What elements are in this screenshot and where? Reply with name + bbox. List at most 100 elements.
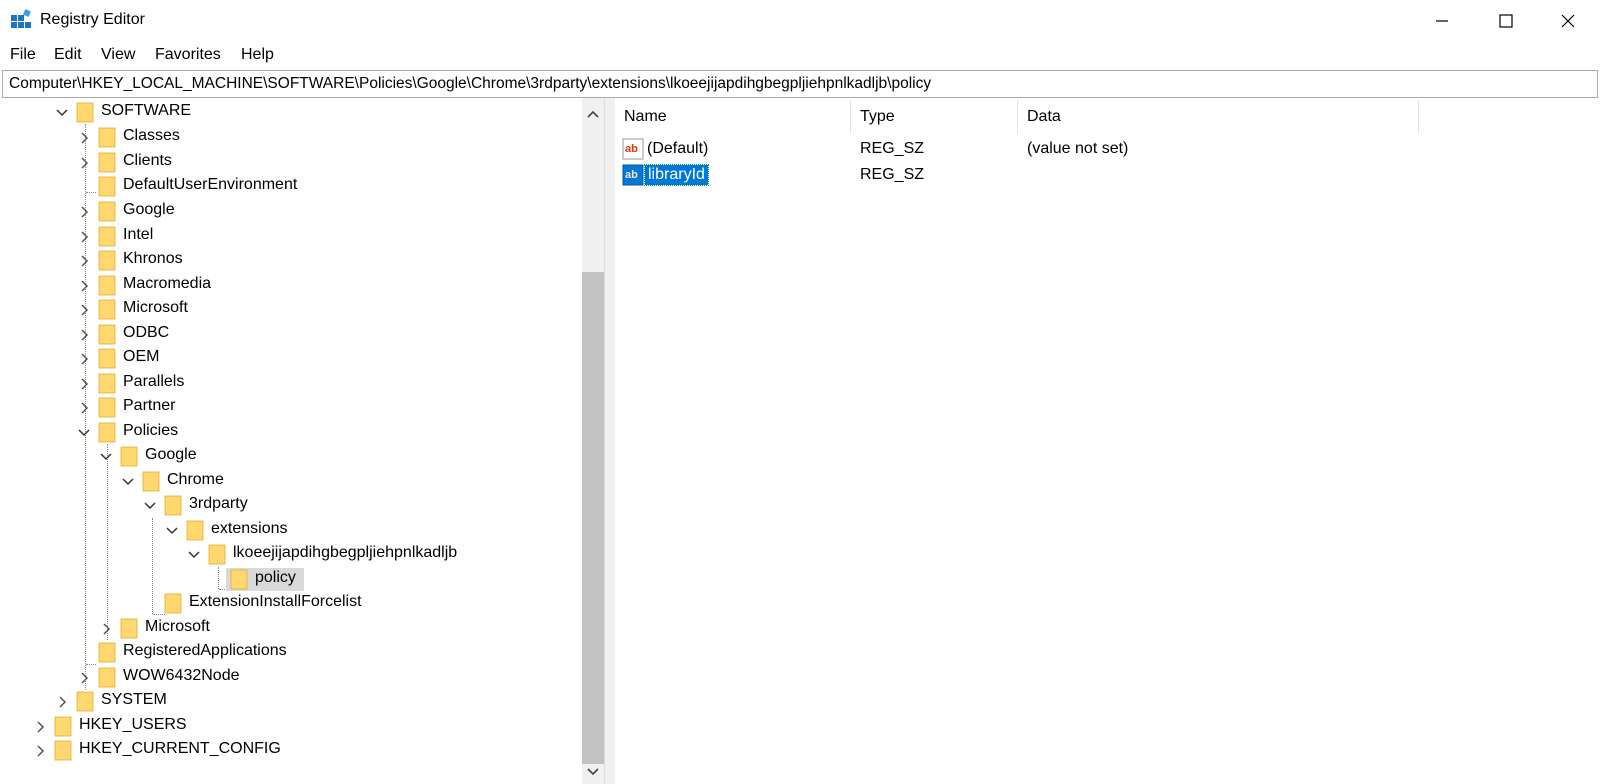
tree-node-label[interactable]: Chrome [167, 471, 224, 489]
tree-node-classes[interactable]: Classes [0, 125, 580, 150]
tree-node-label[interactable]: Policies [123, 422, 178, 440]
tree-node-label[interactable]: ExtensionInstallForcelist [189, 593, 362, 611]
address-path[interactable]: Computer\HKEY_LOCAL_MACHINE\SOFTWARE\Pol… [9, 75, 931, 93]
tree-node-odbc[interactable]: ODBC [0, 322, 580, 347]
tree-node-label[interactable]: policy [255, 569, 296, 587]
tree-node-macromedia[interactable]: Macromedia [0, 273, 580, 298]
tree-node-intel[interactable]: Intel [0, 224, 580, 249]
registry-editor-icon [11, 9, 31, 28]
chevron-down-icon[interactable] [165, 524, 179, 538]
tree-node-policies-google[interactable]: Google [0, 444, 580, 469]
chevron-right-icon[interactable] [77, 377, 91, 391]
tree-node-hkey-current-config[interactable]: HKEY_CURRENT_CONFIG [0, 738, 580, 763]
chevron-down-icon[interactable] [55, 106, 69, 120]
tree-node-label[interactable]: Microsoft [123, 299, 188, 317]
tree-node-wow6432node[interactable]: WOW6432Node [0, 665, 580, 690]
tree-node-policies-microsoft[interactable]: Microsoft [0, 616, 580, 641]
tree-node-label[interactable]: HKEY_USERS [79, 716, 187, 734]
tree-node-label[interactable]: SYSTEM [101, 691, 167, 709]
tree-node-extensions[interactable]: extensions [0, 518, 580, 543]
tree-node-label[interactable]: DefaultUserEnvironment [123, 176, 297, 194]
tree-node-label[interactable]: Microsoft [145, 618, 210, 636]
chevron-right-icon[interactable] [77, 352, 91, 366]
column-header-name[interactable]: Name [624, 108, 667, 126]
scroll-down-button[interactable] [582, 762, 604, 782]
chevron-right-icon[interactable] [77, 131, 91, 145]
column-separator[interactable] [1017, 100, 1018, 134]
menu-help[interactable]: Help [241, 46, 274, 64]
tree-node-label[interactable]: Khronos [123, 250, 183, 268]
chevron-down-icon[interactable] [143, 499, 157, 513]
tree-node-extensioninstallforcelist[interactable]: ExtensionInstallForcelist [0, 591, 580, 616]
tree-node-hkey-users[interactable]: HKEY_USERS [0, 714, 580, 739]
tree-node-parallels[interactable]: Parallels [0, 371, 580, 396]
chevron-down-icon[interactable] [77, 426, 91, 440]
chevron-down-icon[interactable] [187, 548, 201, 562]
chevron-right-icon[interactable] [77, 303, 91, 317]
chevron-right-icon[interactable] [77, 254, 91, 268]
tree-node-label[interactable]: Intel [123, 226, 153, 244]
tree-node-label[interactable]: OEM [123, 348, 159, 366]
tree-node-label[interactable]: ODBC [123, 324, 169, 342]
tree-node-label[interactable]: Google [123, 201, 175, 219]
maximize-button[interactable] [1474, 0, 1538, 42]
values-pane[interactable] [615, 98, 1600, 784]
tree-node-policies[interactable]: Policies [0, 420, 580, 445]
value-name[interactable]: (Default) [647, 140, 708, 158]
chevron-down-icon[interactable] [121, 475, 135, 489]
tree-node-label[interactable]: Parallels [123, 373, 184, 391]
tree-scrollbar-thumb[interactable] [582, 272, 604, 764]
tree-node-label[interactable]: Clients [123, 152, 172, 170]
tree-node-system[interactable]: SYSTEM [0, 689, 580, 714]
tree-node-software[interactable]: SOFTWARE [0, 100, 580, 125]
address-bar[interactable]: Computer\HKEY_LOCAL_MACHINE\SOFTWARE\Pol… [2, 70, 1598, 98]
menu-file[interactable]: File [10, 46, 36, 64]
column-separator[interactable] [850, 100, 851, 134]
tree-node-label[interactable]: Partner [123, 397, 175, 415]
chevron-right-icon[interactable] [77, 328, 91, 342]
column-separator[interactable] [1418, 100, 1419, 134]
tree-node-khronos[interactable]: Khronos [0, 248, 580, 273]
tree-node-oem[interactable]: OEM [0, 346, 580, 371]
tree-node-defaultuserenvironment[interactable]: DefaultUserEnvironment [0, 174, 580, 199]
close-button[interactable] [1536, 0, 1600, 42]
tree-node-label[interactable]: Macromedia [123, 275, 211, 293]
tree-node-registeredapplications[interactable]: RegisteredApplications [0, 640, 580, 665]
chevron-right-icon[interactable] [77, 230, 91, 244]
tree-node-label[interactable]: SOFTWARE [101, 102, 191, 120]
tree-node-extension-id[interactable]: lkoeejijapdihgbegpljiehpnlkadljb [0, 542, 580, 567]
chevron-down-icon[interactable] [99, 450, 113, 464]
tree-node-chrome[interactable]: Chrome [0, 469, 580, 494]
menu-favorites[interactable]: Favorites [155, 46, 221, 64]
tree-node-label[interactable]: 3rdparty [189, 495, 248, 513]
tree-node-clients[interactable]: Clients [0, 150, 580, 175]
chevron-right-icon[interactable] [77, 156, 91, 170]
minimize-button[interactable] [1410, 0, 1474, 42]
chevron-right-icon[interactable] [77, 401, 91, 415]
scroll-up-button[interactable] [582, 104, 604, 124]
chevron-right-icon[interactable] [33, 720, 47, 734]
value-name[interactable]: libraryId [644, 164, 709, 186]
tree-node-label[interactable]: WOW6432Node [123, 667, 240, 685]
tree-node-partner[interactable]: Partner [0, 395, 580, 420]
chevron-right-icon[interactable] [77, 279, 91, 293]
tree-node-label[interactable]: HKEY_CURRENT_CONFIG [79, 740, 281, 758]
column-header-type[interactable]: Type [860, 108, 895, 126]
tree-node-label[interactable]: Classes [123, 127, 180, 145]
tree-node-google[interactable]: Google [0, 199, 580, 224]
column-header-data[interactable]: Data [1027, 108, 1061, 126]
tree-node-label[interactable]: Google [145, 446, 197, 464]
tree-node-3rdparty[interactable]: 3rdparty [0, 493, 580, 518]
chevron-right-icon[interactable] [33, 744, 47, 758]
menu-edit[interactable]: Edit [54, 46, 82, 64]
chevron-right-icon[interactable] [77, 671, 91, 685]
menu-view[interactable]: View [101, 46, 135, 64]
tree-node-microsoft[interactable]: Microsoft [0, 297, 580, 322]
chevron-right-icon[interactable] [55, 695, 69, 709]
tree-node-label[interactable]: extensions [211, 520, 288, 538]
chevron-right-icon[interactable] [99, 622, 113, 636]
tree-node-label[interactable]: RegisteredApplications [123, 642, 287, 660]
tree-node-policy[interactable]: policy [0, 567, 580, 592]
chevron-right-icon[interactable] [77, 205, 91, 219]
tree-node-label[interactable]: lkoeejijapdihgbegpljiehpnlkadljb [233, 544, 457, 562]
